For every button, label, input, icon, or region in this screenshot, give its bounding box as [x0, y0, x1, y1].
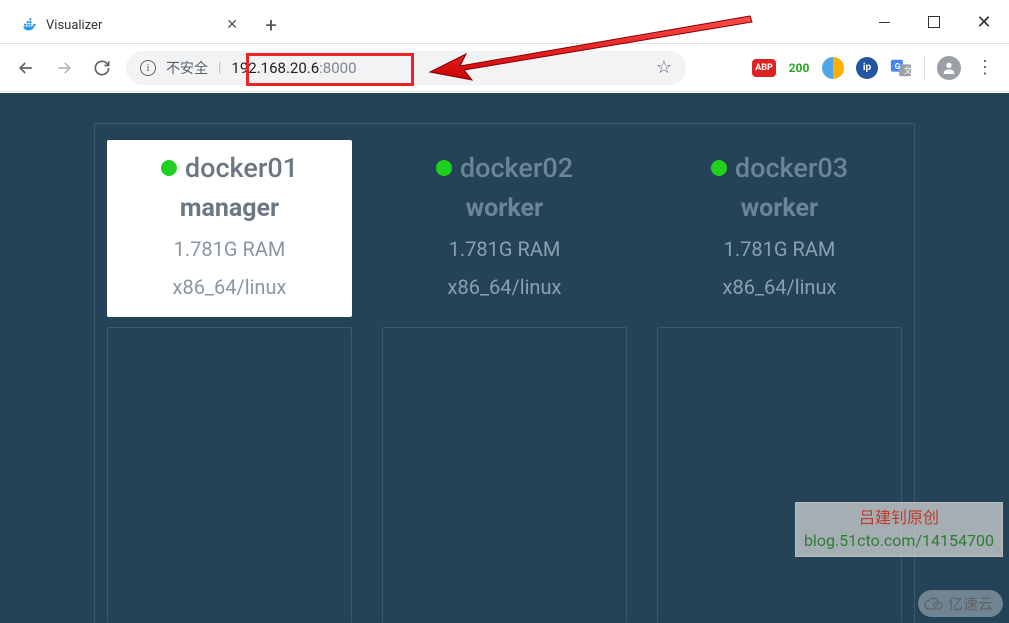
tab-title: Visualizer [46, 18, 218, 33]
status-dot-icon [711, 160, 727, 176]
address-bar[interactable]: 不安全 | 192.168.20.6:8000 ☆ [126, 51, 686, 85]
separator: | [218, 60, 221, 76]
not-secure-label: 不安全 [166, 58, 208, 78]
node-arch: x86_64/linux [117, 275, 342, 299]
ip-extension-icon[interactable]: ip [856, 57, 878, 79]
tab-close-icon[interactable]: ✕ [226, 17, 238, 33]
url-port: :8000 [319, 59, 356, 77]
node-ram: 1.781G RAM [117, 237, 342, 261]
node-card[interactable]: docker03 worker 1.781G RAM x86_64/linux [657, 140, 902, 317]
watermark: 吕建钊原创 blog.51cto.com/14154700 [795, 502, 1003, 557]
node-tasks-area [657, 327, 902, 623]
extension-area: ABP 200 ip G文 ⋮ [752, 56, 997, 80]
watermark-line2: blog.51cto.com/14154700 [804, 530, 994, 552]
nodes-container: docker01 manager 1.781G RAM x86_64/linux… [94, 123, 915, 623]
node-name-text: docker02 [460, 152, 573, 184]
url-host: 192.168.20.6 [231, 59, 319, 77]
toolbar-divider [924, 56, 925, 80]
back-button[interactable] [12, 54, 40, 82]
node-docker02: docker02 worker 1.781G RAM x86_64/linux [382, 140, 627, 623]
avast-icon[interactable] [822, 57, 844, 79]
forward-button[interactable] [50, 54, 78, 82]
google-translate-icon[interactable]: G文 [890, 57, 912, 79]
node-role: worker [392, 194, 617, 223]
browser-tab[interactable]: Visualizer ✕ [10, 7, 250, 43]
node-arch: x86_64/linux [667, 275, 892, 299]
maximize-button[interactable] [909, 0, 959, 44]
node-docker01: docker01 manager 1.781G RAM x86_64/linux [107, 140, 352, 623]
tab-bar: Visualizer ✕ + [0, 0, 1009, 44]
cloud-icon [924, 597, 944, 611]
node-card[interactable]: docker01 manager 1.781G RAM x86_64/linux [107, 140, 352, 317]
node-name-text: docker01 [185, 152, 298, 184]
favicon-icon [22, 17, 38, 33]
node-name: docker01 [117, 152, 342, 184]
yisu-text: 亿速云 [948, 593, 993, 614]
status-dot-icon [436, 160, 452, 176]
status-dot-icon [161, 160, 177, 176]
menu-button[interactable]: ⋮ [973, 57, 997, 78]
node-role: worker [667, 194, 892, 223]
bookmark-star-icon[interactable]: ☆ [656, 57, 672, 78]
node-ram: 1.781G RAM [667, 237, 892, 261]
node-role: manager [117, 194, 342, 223]
minimize-button[interactable] [859, 0, 909, 44]
node-tasks-area [382, 327, 627, 623]
site-info-icon[interactable] [140, 60, 156, 76]
adblock-icon[interactable]: ABP [752, 59, 776, 77]
svg-text:文: 文 [904, 65, 912, 76]
node-arch: x86_64/linux [392, 275, 617, 299]
toolbar: 不安全 | 192.168.20.6:8000 ☆ ABP 200 ip G文 … [0, 44, 1009, 92]
extension-200-icon[interactable]: 200 [788, 57, 810, 79]
node-name-text: docker03 [735, 152, 848, 184]
yisu-watermark: 亿速云 [918, 590, 1003, 617]
node-card[interactable]: docker02 worker 1.781G RAM x86_64/linux [382, 140, 627, 317]
reload-button[interactable] [88, 54, 116, 82]
node-name: docker03 [667, 152, 892, 184]
node-ram: 1.781G RAM [392, 237, 617, 261]
profile-avatar-icon[interactable] [937, 56, 961, 80]
new-tab-button[interactable]: + [256, 10, 286, 40]
window-close-button[interactable]: ✕ [959, 0, 1009, 44]
url-text: 192.168.20.6:8000 [231, 59, 356, 77]
page-content: docker01 manager 1.781G RAM x86_64/linux… [0, 93, 1009, 623]
node-tasks-area [107, 327, 352, 623]
svg-text:G: G [895, 61, 901, 71]
node-name: docker02 [392, 152, 617, 184]
watermark-line1: 吕建钊原创 [804, 507, 994, 529]
window-controls: ✕ [859, 0, 1009, 44]
